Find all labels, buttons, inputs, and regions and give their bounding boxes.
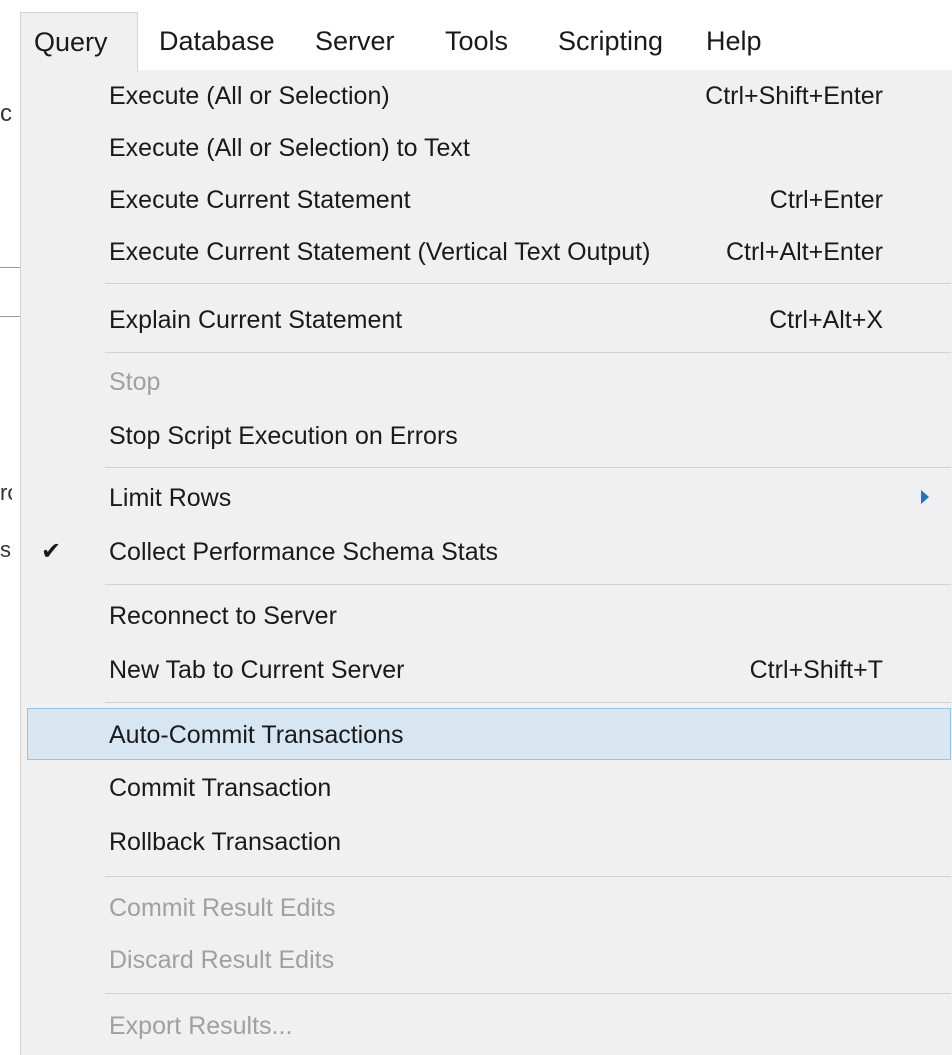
menu-item-commit-result-edits: Commit Result Edits [21,882,951,934]
menu-item-label: Execute (All or Selection) to Text [109,134,470,162]
background-text-fragment: s [0,537,11,562]
menu-item-collect-performance-stats[interactable]: ✔ Collect Performance Schema Stats [21,526,951,578]
menu-item-label: Rollback Transaction [109,828,342,856]
menu-separator [105,702,951,703]
menu-item-explain-current-statement[interactable]: Explain Current Statement Ctrl+Alt+X [21,294,951,346]
menu-item-label: Discard Result Edits [109,946,335,974]
background-divider [0,316,20,317]
submenu-arrow-icon [921,490,929,504]
menu-item-discard-result-edits: Discard Result Edits [21,934,951,986]
menu-separator [105,283,951,284]
menu-item-commit-transaction[interactable]: Commit Transaction [21,762,951,814]
menu-item-stop: Stop [21,356,951,408]
background-divider [0,267,20,268]
menu-item-auto-commit[interactable]: Auto-Commit Transactions [27,708,951,760]
menu-item-shortcut: Ctrl+Enter [769,186,883,214]
menu-scripting[interactable]: Scripting [558,12,663,70]
menu-item-new-tab-current-server[interactable]: New Tab to Current Server Ctrl+Shift+T [21,644,951,696]
menu-item-reconnect[interactable]: Reconnect to Server [21,590,951,642]
menu-item-label: New Tab to Current Server [109,656,405,684]
menu-item-execute-current-statement[interactable]: Execute Current Statement Ctrl+Enter [21,174,951,226]
menu-item-label: Stop Script Execution on Errors [109,422,458,450]
menu-item-shortcut: Ctrl+Alt+Enter [725,238,883,266]
background-text-fragment: ro [0,480,12,505]
checkmark-icon: ✔ [41,538,62,565]
menu-item-label: Export Results... [109,1012,293,1040]
menu-query[interactable]: Query [20,12,138,72]
menu-help[interactable]: Help [706,12,762,70]
menu-item-label: Execute Current Statement (Vertical Text… [109,238,651,266]
menu-item-label: Auto-Commit Transactions [109,721,404,749]
menu-item-shortcut: Ctrl+Shift+T [749,656,883,684]
menu-separator [105,876,951,877]
menu-item-label: Reconnect to Server [109,602,337,630]
menu-item-limit-rows[interactable]: Limit Rows [21,472,951,524]
menu-item-shortcut: Ctrl+Shift+Enter [705,82,883,110]
background-text-fragment: c [0,100,12,127]
menu-item-label: Execute (All or Selection) [109,82,390,110]
menu-item-execute-current-vertical[interactable]: Execute Current Statement (Vertical Text… [21,226,951,278]
menu-separator [105,467,951,468]
menu-database[interactable]: Database [159,12,275,70]
menu-item-execute-all[interactable]: Execute (All or Selection) Ctrl+Shift+En… [21,70,951,122]
menu-bar: Query Database Server Tools Scripting He… [20,12,952,72]
menu-tools[interactable]: Tools [445,12,508,70]
menu-item-execute-all-to-text[interactable]: Execute (All or Selection) to Text [21,122,951,174]
screenshot: c ro s Query Database Server Tools Scrip… [0,0,952,1055]
menu-item-label: Stop [109,368,161,396]
menu-item-stop-on-errors[interactable]: Stop Script Execution on Errors [21,410,951,462]
menu-item-shortcut: Ctrl+Alt+X [769,306,883,334]
menu-item-label: Execute Current Statement [109,186,411,214]
menu-item-label: Limit Rows [109,484,232,512]
menu-item-rollback-transaction[interactable]: Rollback Transaction [21,816,951,868]
menu-separator [105,352,951,353]
menu-item-label: Commit Result Edits [109,894,336,922]
menu-item-export-results: Export Results... [21,1000,951,1052]
menu-server[interactable]: Server [315,12,395,70]
menu-separator [105,584,951,585]
query-dropdown-menu: Execute (All or Selection) Ctrl+Shift+En… [20,70,952,1055]
menu-item-label: Commit Transaction [109,774,332,802]
menu-item-label: Collect Performance Schema Stats [109,538,499,566]
menu-separator [105,993,951,994]
menu-item-label: Explain Current Statement [109,306,403,334]
